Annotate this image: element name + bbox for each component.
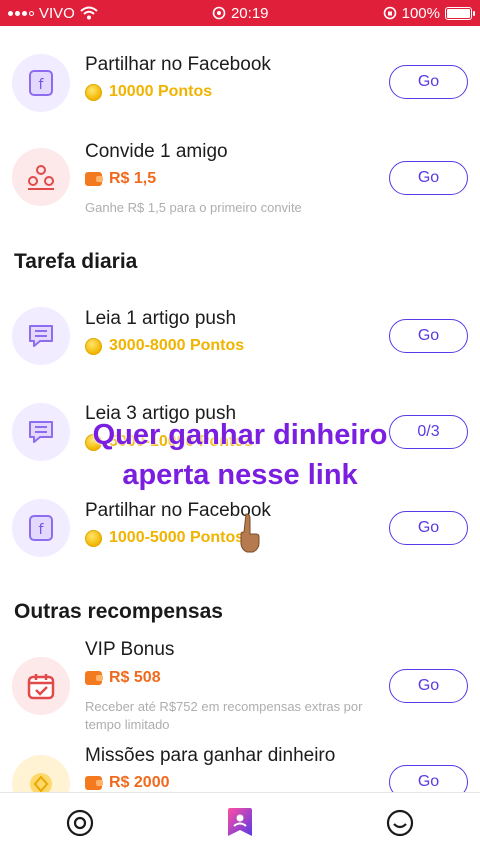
battery-icon <box>445 6 475 20</box>
diamond-icon <box>12 755 70 792</box>
task-description: Receber até R$752 em recompensas extras … <box>85 699 363 732</box>
section-title-daily: Tarefa diaria <box>14 250 138 273</box>
carrier-name: VIVO <box>39 4 75 22</box>
go-button[interactable]: Go <box>389 319 468 353</box>
facebook-icon: f <box>12 499 70 557</box>
tasks-tab[interactable] <box>224 807 256 839</box>
reward-amount: R$ 2000 <box>109 774 170 791</box>
wifi-icon <box>80 6 98 20</box>
carrier-info: VIVO <box>8 5 98 22</box>
profile-tab[interactable] <box>384 807 416 839</box>
clock: 20:19 <box>212 5 269 22</box>
task-title: VIP Bonus <box>85 639 175 660</box>
overlay-line-2: aperta nesse link <box>122 459 358 491</box>
task-title: Leia 1 artigo push <box>85 308 237 329</box>
compass-icon <box>66 809 94 837</box>
go-button[interactable]: Go <box>389 65 468 99</box>
status-bar: VIVO 20:19 100% <box>0 0 480 26</box>
message-icon <box>12 307 70 365</box>
task-reward: R$ 1,5 <box>85 170 156 188</box>
go-button[interactable]: Go <box>389 511 468 545</box>
bookmark-tasks-icon <box>228 808 252 836</box>
overlay-line-1: Quer ganhar dinheiro <box>92 419 388 451</box>
go-button[interactable]: Go <box>389 669 468 703</box>
coin-icon <box>85 337 102 355</box>
time: 20:19 <box>230 4 269 22</box>
task-reward: 1000-5000 Pontos <box>85 529 244 547</box>
task-title: Missões para ganhar dinheiro <box>85 745 336 766</box>
calendar-check-icon <box>12 657 70 715</box>
task-title: Convide 1 amigo <box>85 141 228 162</box>
go-button[interactable]: Go <box>389 765 468 792</box>
pointing-hand-icon <box>240 513 260 553</box>
coin-icon <box>85 529 102 547</box>
task-reward: R$ 508 <box>85 669 161 687</box>
wallet-icon <box>85 671 103 685</box>
task-reward: 3000-8000 Pontos <box>85 337 244 355</box>
task-title: Partilhar no Facebook <box>85 54 271 75</box>
invite-friends-icon <box>12 148 70 206</box>
home-tab[interactable] <box>64 807 96 839</box>
reward-amount: 1000-5000 Pontos <box>109 529 245 546</box>
section-title-others: Outras recompensas <box>14 600 223 623</box>
reward-amount: R$ 1,5 <box>109 170 157 187</box>
orientation-lock-icon <box>383 6 396 20</box>
coin-icon <box>85 83 102 101</box>
battery-info: 100% <box>383 4 475 22</box>
go-button[interactable]: Go <box>389 161 468 195</box>
smiley-icon <box>386 809 414 837</box>
task-reward: R$ 2000 <box>85 774 170 792</box>
overlay-promo-text[interactable]: Quer ganhar dinheiro aperta nesse link <box>40 415 440 495</box>
reward-amount: R$ 508 <box>109 669 161 686</box>
battery-percent: 100% <box>401 4 440 22</box>
wallet-icon <box>85 776 103 790</box>
bottom-tab-bar <box>0 792 480 854</box>
task-list: f Partilhar no Facebook 10000 Pontos Go … <box>0 26 480 792</box>
signal-icon <box>8 10 34 16</box>
wallet-icon <box>85 172 103 186</box>
reward-amount: 10000 Pontos <box>109 83 213 100</box>
reward-amount: 3000-8000 Pontos <box>109 337 245 354</box>
facebook-icon: f <box>12 54 70 112</box>
task-reward: 10000 Pontos <box>85 83 212 101</box>
task-description: Ganhe R$ 1,5 para o primeiro convite <box>85 200 302 215</box>
alarm-icon <box>212 6 226 20</box>
